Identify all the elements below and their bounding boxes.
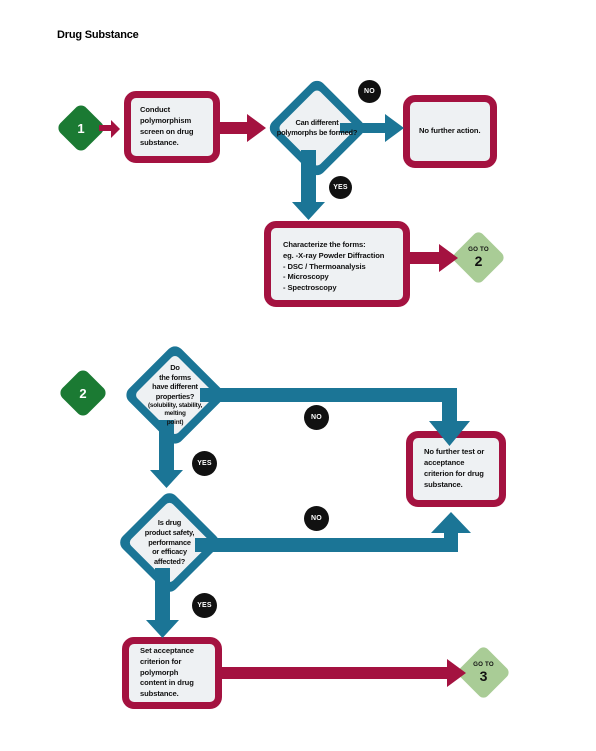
badge-yes-decision2-1: YES [192, 451, 217, 476]
characterize-line-2: - DSC / Thermoanalysis [283, 261, 366, 271]
step-marker-2-number: 2 [79, 385, 87, 401]
process-box-no-further-action-text: No further action. [419, 126, 481, 136]
badge-yes-decision1: YES [329, 176, 352, 199]
flowchart-canvas: Drug Substance 1 Conduct polymorphism sc… [0, 0, 596, 751]
badge-yes-decision2-2: YES [192, 593, 217, 618]
badge-no-decision2-2: NO [304, 506, 329, 531]
decision1-line-6: melting [164, 410, 186, 418]
decision1-line-4: properties? [155, 392, 195, 402]
characterize-line-4: - Spectroscopy [283, 283, 337, 293]
step-marker-1-number: 1 [77, 120, 85, 136]
characterize-line-1: eg. -X-ray Powder Diffraction [283, 250, 385, 260]
decision2-line-1: Is drug [157, 518, 182, 528]
process-box-characterize-text: Characterize the forms: eg. -X-ray Powde… [283, 240, 384, 294]
goto-marker-2-number: 2 [474, 253, 483, 270]
process-box-no-further-test-text: No further test or acceptance criterion … [424, 447, 485, 489]
process-box-set-acceptance-criterion-text: Set acceptance criterion for polymorph c… [140, 646, 194, 699]
decision-can-polymorphs-form-text: Can different polymorphs be formed? [276, 118, 358, 137]
decision1-line-7: point) [166, 418, 184, 426]
badge-no-decision2-1: NO [304, 405, 329, 430]
process-box-conduct-screen: Conduct polymorphism screen on drug subs… [124, 91, 220, 163]
decision2-line-2: product safety, [144, 527, 195, 537]
connector-start-to-decision1 [218, 113, 268, 143]
connector-characterize-to-goto2 [408, 243, 460, 273]
decision-forms-different-properties-text: Do the forms have different properties? … [123, 343, 227, 447]
decision2-line-4: or efficacy [152, 547, 187, 557]
decision2-line-5: affected? [153, 557, 186, 567]
process-box-set-acceptance-criterion: Set acceptance criterion for polymorph c… [122, 637, 222, 709]
connector-decision2-1-no [200, 388, 475, 450]
decision-safety-performance-efficacy: Is drug product safety, performance or e… [116, 489, 223, 596]
characterize-line-3: - Microscopy [283, 272, 329, 282]
goto-marker-2-label: GO TO 2 [459, 238, 498, 277]
decision-can-polymorphs-form: Can different polymorphs be formed? [266, 77, 368, 179]
process-box-characterize: Characterize the forms: eg. -X-ray Powde… [264, 221, 410, 307]
goto-marker-3-number: 3 [479, 668, 488, 685]
connector-decision2-2-no [195, 512, 471, 560]
decision1-line-3: have different [152, 382, 198, 392]
characterize-heading: Characterize the forms: [283, 240, 366, 249]
decision1-line-2: the forms [159, 372, 191, 382]
goto-marker-3-label: GO TO 3 [464, 653, 503, 692]
connector-final-to-goto3 [218, 658, 468, 688]
decision2-line-3: performance [148, 537, 191, 547]
process-box-conduct-screen-text: Conduct polymorphism screen on drug subs… [140, 105, 194, 147]
decision1-line-1: Do [170, 362, 180, 372]
decision1-line-5: (solubility, stability, [147, 401, 203, 409]
badge-no-decision1: NO [358, 80, 381, 103]
decision-forms-different-properties: Do the forms have different properties? … [122, 342, 228, 448]
process-box-no-further-action: No further action. [403, 95, 497, 168]
page-title: Drug Substance [57, 29, 139, 41]
connector-step1-to-start [99, 118, 121, 140]
decision-safety-performance-efficacy-text: Is drug product safety, performance or e… [117, 490, 222, 595]
